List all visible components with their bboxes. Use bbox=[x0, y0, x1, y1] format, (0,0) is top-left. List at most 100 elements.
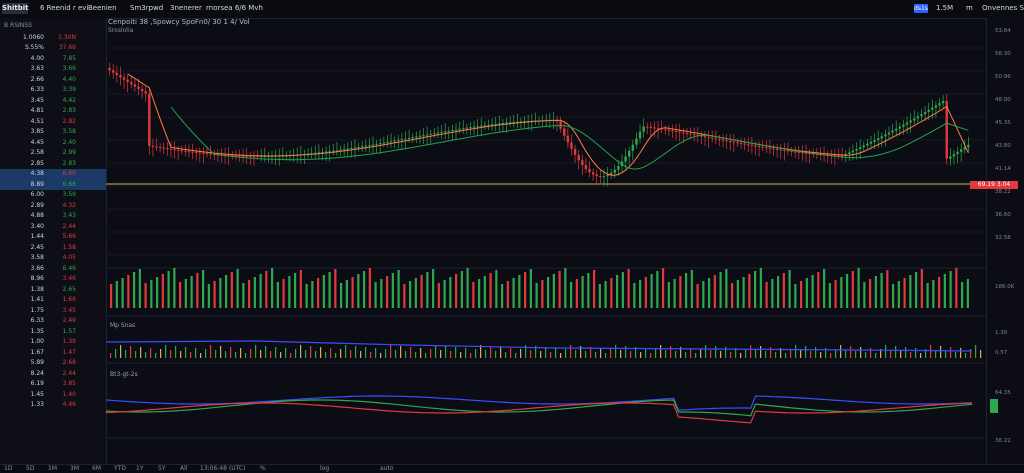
candle-body bbox=[628, 150, 631, 157]
price-axis-tick: 48.00 bbox=[995, 97, 1011, 103]
volume-bar bbox=[863, 282, 866, 308]
indicator1-bar bbox=[720, 351, 722, 358]
watchlist-row[interactable]: 6.33 3.39 bbox=[0, 85, 106, 96]
price-axis[interactable]: 53.84 56.30 50.96 48.00 45.35 43.80 41.14 38.22… bbox=[986, 18, 1024, 464]
volume-bar bbox=[288, 276, 291, 308]
bottom-toolbar-item[interactable]: 1D bbox=[4, 465, 12, 472]
indicator1-bar bbox=[950, 347, 952, 358]
watchlist-row[interactable]: 4.81 2.83 bbox=[0, 106, 106, 117]
watchlist-row[interactable]: 3.58 4.05 bbox=[0, 253, 106, 264]
watchlist-row[interactable]: 5.89 2.68 bbox=[0, 358, 106, 369]
watchlist-row[interactable]: 2.85 2.83 bbox=[0, 158, 106, 169]
top-right-item-3[interactable]: Onvennes Sol bbox=[982, 4, 1024, 12]
price-axis-tick: 43.80 bbox=[995, 143, 1011, 149]
watchlist-row[interactable]: 3.66 6.46 bbox=[0, 263, 106, 274]
watchlist-row[interactable]: 3.63 3.66 bbox=[0, 64, 106, 75]
bottom-toolbar-item[interactable]: 1M bbox=[48, 465, 57, 472]
watchlist-row[interactable]: 6.33 2.49 bbox=[0, 316, 106, 327]
watchlist-row[interactable]: 2.58 2.99 bbox=[0, 148, 106, 159]
watchlist-row[interactable]: 1.67 1.47 bbox=[0, 347, 106, 358]
watchlist-row[interactable]: 4.00 7.85 bbox=[0, 53, 106, 64]
watchlist-symbol: 1.45 bbox=[30, 390, 44, 398]
indicator1-bar bbox=[120, 345, 122, 358]
candle-body bbox=[140, 88, 144, 92]
bottom-toolbar-item[interactable]: 3M bbox=[70, 465, 79, 472]
watchlist-row[interactable]: 3.85 3.58 bbox=[0, 127, 106, 138]
volume-bar bbox=[512, 278, 515, 308]
volume-bar bbox=[242, 283, 245, 308]
bottom-toolbar-item[interactable]: 5Y bbox=[158, 465, 165, 472]
candle-body bbox=[703, 136, 707, 138]
volume-bar bbox=[386, 276, 389, 308]
watchlist-row[interactable]: 8.96 3.46 bbox=[0, 274, 106, 285]
indicator1-bar bbox=[430, 349, 432, 358]
watchlist-row[interactable]: 3.40 2.44 bbox=[0, 221, 106, 232]
watchlist-row[interactable]: 4.45 2.40 bbox=[0, 137, 106, 148]
watchlist-row[interactable]: 4.88 3.43 bbox=[0, 211, 106, 222]
indicator1-bar bbox=[770, 347, 772, 358]
price-chart[interactable] bbox=[106, 18, 986, 464]
bottom-toolbar-item[interactable]: 5D bbox=[26, 465, 34, 472]
watchlist-row[interactable]: 4.38 6.60 bbox=[0, 168, 106, 179]
bottom-toolbar-item[interactable]: 1Y bbox=[136, 465, 143, 472]
watchlist-row[interactable]: 1.38 2.65 bbox=[0, 284, 106, 295]
bottom-toolbar-item[interactable]: YTD bbox=[114, 465, 126, 472]
watchlist-row[interactable]: 3.45 4.42 bbox=[0, 95, 106, 106]
price-axis-tick: 38.22 bbox=[995, 189, 1011, 195]
indicator1-label: Mp Snas bbox=[110, 322, 136, 329]
menu-item-5[interactable]: rnorsea 6/6 Mvh bbox=[206, 4, 263, 12]
bottom-toolbar-item[interactable]: 6M bbox=[92, 465, 101, 472]
watchlist-symbol: 3.85 bbox=[30, 128, 44, 136]
watchlist-row[interactable]: 1.0060 1.30N bbox=[0, 32, 106, 43]
indicator1-bar bbox=[860, 347, 862, 358]
indicator1-bar bbox=[955, 352, 957, 358]
indicator1-bar bbox=[850, 346, 852, 358]
volume-bar bbox=[679, 276, 682, 308]
volume-bar bbox=[564, 268, 567, 308]
app-logo[interactable]: Shitbit bbox=[2, 3, 29, 14]
indicator1-bar bbox=[645, 348, 647, 358]
watchlist-row[interactable]: 1.33 4.46 bbox=[0, 400, 106, 411]
indicator1-bar bbox=[240, 348, 242, 358]
candle-body bbox=[895, 128, 898, 131]
volume-bar bbox=[150, 280, 153, 308]
watchlist-row[interactable]: 1.00 1.39 bbox=[0, 337, 106, 348]
watchlist-row[interactable]: S.55% 37.66 bbox=[0, 43, 106, 54]
watchlist-row[interactable]: 6.00 3.59 bbox=[0, 190, 106, 201]
watchlist-row[interactable]: 1.35 1.57 bbox=[0, 326, 106, 337]
volume-bar bbox=[828, 283, 831, 308]
watchlist-symbol: 6.00 bbox=[30, 191, 44, 199]
menu-item-3[interactable]: Sm3rpwd bbox=[130, 4, 163, 12]
watchlist-row[interactable]: 1.41 1.66 bbox=[0, 295, 106, 306]
watchlist-row[interactable]: 2.45 1.58 bbox=[0, 242, 106, 253]
watchlist-change: 4.40 bbox=[62, 75, 76, 83]
watchlist-change: 1.66 bbox=[62, 296, 76, 304]
bottom-toolbar-item[interactable]: log bbox=[320, 465, 329, 472]
watchlist-row[interactable]: 8.24 2.44 bbox=[0, 368, 106, 379]
bottom-toolbar-item[interactable]: % bbox=[260, 465, 266, 472]
watchlist-row[interactable]: 2.66 4.40 bbox=[0, 74, 106, 85]
bottom-toolbar-item[interactable]: auto bbox=[380, 465, 394, 472]
candle-body bbox=[750, 144, 754, 146]
watchlist-row[interactable]: 1.44 5.66 bbox=[0, 232, 106, 243]
watchlist-row[interactable]: 6.19 3.85 bbox=[0, 379, 106, 390]
watchlist-row[interactable]: 1.75 3.45 bbox=[0, 305, 106, 316]
watchlist-symbol: 6.33 bbox=[30, 86, 44, 94]
top-right-item-1[interactable]: 1.5M bbox=[936, 4, 953, 12]
top-right-item-2[interactable]: m bbox=[966, 4, 973, 12]
menu-item-2[interactable]: Beenien bbox=[88, 4, 117, 12]
watchlist-row[interactable]: 4.51 2.82 bbox=[0, 116, 106, 127]
bottom-toolbar-item[interactable]: All bbox=[180, 465, 187, 472]
watchlist-row[interactable]: 2.89 4.32 bbox=[0, 200, 106, 211]
indicator1-bar bbox=[665, 350, 667, 358]
watchlist-row[interactable]: 8.89 6.66 bbox=[0, 179, 106, 190]
indicator1-bar bbox=[795, 345, 797, 358]
bottom-toolbar-item[interactable]: 13:06:48 (UTC) bbox=[200, 465, 245, 472]
volume-bar bbox=[915, 272, 918, 308]
primary-action-button[interactable]: ds1s bbox=[914, 4, 928, 13]
watchlist-row[interactable]: 1.45 1.40 bbox=[0, 389, 106, 400]
menu-item-4[interactable]: 3nenerer bbox=[170, 4, 202, 12]
candle-body bbox=[721, 139, 725, 141]
menu-item-1[interactable]: 6 Reenid r evi bbox=[40, 4, 88, 12]
volume-bar bbox=[581, 276, 584, 308]
